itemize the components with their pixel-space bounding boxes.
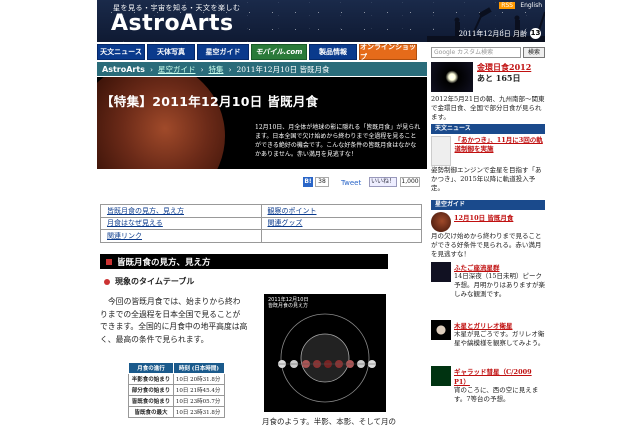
page-margin <box>545 0 640 426</box>
site-header: 星を見る・宇宙を知る・天文を楽しむ AstroArts RSS English … <box>97 0 545 42</box>
timetable: 月食の進行 時刻 (日本時間) 半影食の始まり 10日 20時31.8分 部分食の… <box>128 362 226 418</box>
sky-item-text: 木星が見ごろです。ガリレオ衛星や縞模様を観察してみよう。 <box>454 330 545 347</box>
nav-shop[interactable]: オンラインショップ <box>359 43 417 61</box>
like-button[interactable]: いいね！ <box>369 177 397 187</box>
sky-item-text: 14日深夜（15日未明）ピーク予想。月明かりはありますが楽しみな観測です。 <box>454 272 545 298</box>
page-title: 【特集】2011年12月10日 皆既月食 <box>101 94 319 109</box>
timetable-label: 皆既食の最大 <box>128 406 174 418</box>
bookmark-count: 38 <box>315 177 329 187</box>
english-link[interactable]: English <box>520 2 542 9</box>
sky-item-link[interactable]: ふたご座流星群 <box>454 262 545 272</box>
news-box: 天文ニュース 「あかつき」、11月に3回の軌道制御を実施 姿勢制御エンジンで金星… <box>431 124 545 193</box>
news-text: 姿勢制御エンジンで金星を目指す「あかつき」、2015年以降に軌道投入予定。 <box>431 166 542 192</box>
section-heading: 皆既月食の見方、見え方 <box>100 254 388 269</box>
sky-item-box: ギャラッド彗星（C/2009 P1） 宵のころに、西の空に見えます。7等台の予想… <box>431 366 545 404</box>
bookmark-button[interactable]: B! <box>303 177 313 187</box>
countdown-text: 2012年5月21日の朝、九州南部～関東で金環日食、全国で部分日食が見られます。 <box>431 95 545 121</box>
timetable-label: 部分食の始まり <box>128 384 174 396</box>
nav-guide[interactable]: 星空ガイド <box>197 44 249 60</box>
eclipse-shadow-diagram <box>278 313 376 403</box>
eclipse-diagram[interactable]: 2011年12月10日 皆既月食の見え方 <box>264 294 386 412</box>
subsection-heading: 現象のタイムテーブル <box>104 276 194 287</box>
breadcrumb-current: 2011年12月10日 皆既月食 <box>236 64 330 74</box>
rss-link[interactable]: RSS <box>499 2 515 9</box>
breadcrumb-brand[interactable]: AstroArts <box>102 65 145 74</box>
sky-item-link[interactable]: ギャラッド彗星（C/2009 P1） <box>454 366 545 386</box>
toc-link[interactable]: 月食はなぜ見える <box>100 216 262 230</box>
sky-item-box: 木星とガリレオ衛星 木星が見ごろです。ガリレオ衛星や縞模様を観察してみよう。 <box>431 320 545 348</box>
guide-moon-thumbnail[interactable] <box>431 212 451 232</box>
timetable-label: 半影食の始まり <box>128 373 174 385</box>
countdown-title[interactable]: 金環日食2012 <box>477 62 531 73</box>
timetable-header: 時刻 (日本時間) <box>172 362 226 374</box>
moon-age-badge: 13 <box>530 28 541 39</box>
timetable-time: 10日 21時45.4分 <box>172 384 226 396</box>
countdown-box: 金環日食2012 あと 165日 2012年5月21日の朝、九州南部～関東で金環… <box>431 62 545 122</box>
countdown-days: あと 165日 <box>477 73 521 83</box>
current-date: 2011年12月8日 月齢 <box>458 29 527 38</box>
nav-products[interactable]: 製品情報 <box>309 44 357 60</box>
toc-empty-cell <box>260 229 422 243</box>
timetable-time: 10日 23時31.8分 <box>172 406 226 418</box>
subsection-bullet-icon <box>104 278 110 285</box>
timetable-header: 月食の進行 <box>128 362 174 374</box>
toc-link[interactable]: 関連リンク <box>100 229 262 243</box>
social-buttons: B! 38 Tweet いいね！ 1,000 <box>97 176 427 190</box>
sky-item-link[interactable]: 木星とガリレオ衛星 <box>454 320 545 330</box>
diagram-caption: 月食のようす。半影、本影、そして月の位置を示し <box>262 417 397 426</box>
nav-news[interactable]: 天文ニュース <box>97 44 145 60</box>
section-title: 皆既月食の見方、見え方 <box>117 257 211 268</box>
nav-photos[interactable]: 天体写真 <box>147 44 195 60</box>
news-thumbnail[interactable] <box>431 136 452 166</box>
hero-banner: 【特集】2011年12月10日 皆既月食 12月10日、月全体が地球の影に隠れる… <box>97 77 427 169</box>
subsection-title: 現象のタイムテーブル <box>115 276 195 286</box>
date-moon-age: 2011年12月8日 月齢 13 <box>459 28 541 39</box>
like-count: 1,000 <box>400 177 420 187</box>
breadcrumb-guide[interactable]: 星空ガイド <box>158 64 196 75</box>
timetable-label: 皆既食の始まり <box>128 395 174 407</box>
meteor-thumbnail[interactable] <box>431 262 451 282</box>
nav-mobile[interactable]: モバイル.com <box>251 44 307 60</box>
search-button[interactable]: 検索 <box>523 47 545 58</box>
timetable-time: 10日 23時05.7分 <box>172 395 226 407</box>
guide-heading: 星空ガイド <box>431 200 545 210</box>
guide-box: 星空ガイド 12月10日 皆既月食 月の欠け始めから終わりまで見ることができる好… <box>431 200 545 259</box>
table-of-contents: 皆既月食の見方、見え方 観察のポイント 月食はなぜ見える 関連グッズ 関連リンク <box>100 204 422 243</box>
toc-link[interactable]: 観察のポイント <box>260 204 422 218</box>
body-paragraph: 今回の皆既月食では、始まりから終わりまでの全過程を日本全国で見ることができます。… <box>100 297 248 344</box>
news-heading: 天文ニュース <box>431 124 545 134</box>
breadcrumb-separator: › <box>228 64 232 74</box>
breadcrumb-separator: › <box>149 64 153 74</box>
tweet-button[interactable]: Tweet <box>341 179 361 187</box>
toc-link[interactable]: 皆既月食の見方、見え方 <box>100 204 262 218</box>
search-input[interactable]: Google カスタム検索 <box>431 47 521 58</box>
toc-link[interactable]: 関連グッズ <box>260 216 422 230</box>
breadcrumb-separator: › <box>200 64 204 74</box>
site-logo[interactable]: AstroArts <box>111 11 234 36</box>
timetable-time: 10日 20時31.8分 <box>172 373 226 385</box>
comet-thumbnail[interactable] <box>431 366 451 386</box>
hero-description: 12月10日、月全体が地球の影に隠れる「皆既月食」が見られます。日本全国で欠け始… <box>255 124 421 158</box>
news-link[interactable]: 「あかつき」、11月に3回の軌道制御を実施 <box>454 136 545 166</box>
guide-link[interactable]: 12月10日 皆既月食 <box>454 212 513 232</box>
eclipse-thumbnail[interactable] <box>431 62 473 92</box>
breadcrumb: AstroArts › 星空ガイド › 特集 › 2011年12月10日 皆既月… <box>97 62 427 76</box>
sky-item-text: 宵のころに、西の空に見えます。7等台の予想。 <box>454 386 539 403</box>
breadcrumb-feature[interactable]: 特集 <box>208 64 223 75</box>
guide-text: 月の欠け始めから終わりまで見ることができる好条件で見られる。赤い満月を見逃すな！ <box>431 232 542 258</box>
sky-item-box: ふたご座流星群 14日深夜（15日未明）ピーク予想。月明かりはありますが楽しみな… <box>431 262 545 299</box>
jupiter-thumbnail[interactable] <box>431 320 451 340</box>
section-bullet-icon <box>106 258 112 265</box>
